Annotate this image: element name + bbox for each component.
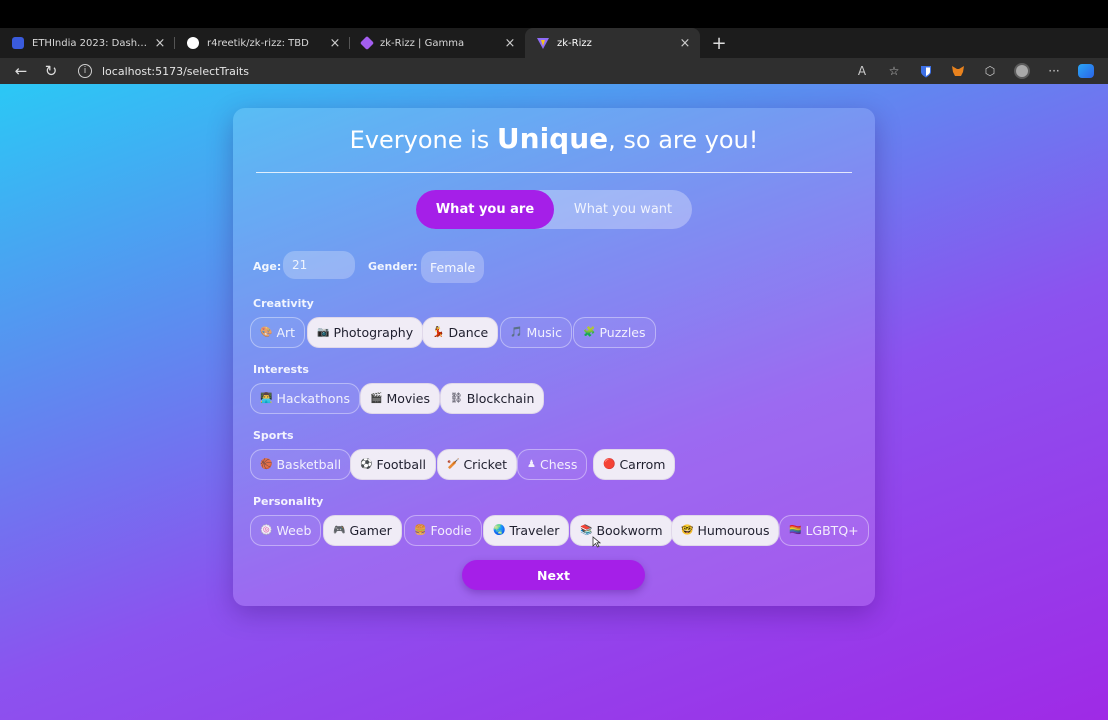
section-title-interests: Interests bbox=[253, 363, 309, 376]
devfolio-icon bbox=[12, 37, 24, 49]
trait-humourous[interactable]: 🤓 Humourous bbox=[671, 515, 780, 546]
vite-icon bbox=[537, 37, 549, 49]
gender-label: Gender: bbox=[368, 260, 418, 273]
gamma-icon bbox=[359, 35, 375, 51]
trait-art[interactable]: 🎨 Art bbox=[250, 317, 306, 348]
url-text: localhost:5173/selectTraits bbox=[102, 64, 249, 78]
trait-bookworm[interactable]: 📚 Bookworm bbox=[570, 515, 673, 546]
trait-photography[interactable]: 📷 Photography bbox=[307, 317, 424, 348]
tab-what-you-are[interactable]: What you are bbox=[416, 190, 554, 229]
close-icon[interactable]: × bbox=[328, 36, 342, 51]
divider bbox=[256, 172, 852, 173]
tab-title: zk-Rizz bbox=[557, 37, 592, 49]
page-title: Everyone is Unique, so are you! bbox=[349, 122, 759, 155]
tab-bar: ETHIndia 2023: Dashboard | D... × r4reet… bbox=[0, 28, 1108, 58]
page-background: Everyone is Unique, so are you! What you… bbox=[0, 84, 1108, 720]
info-icon[interactable]: i bbox=[78, 64, 92, 78]
trait-puzzles[interactable]: 🧩 Puzzles bbox=[573, 317, 656, 348]
next-button[interactable]: Next bbox=[462, 560, 645, 590]
trait-gamer[interactable]: 🎮 Gamer bbox=[323, 515, 402, 546]
trait-basketball[interactable]: 🏀 Basketball bbox=[250, 449, 352, 480]
tab-title: r4reetik/zk-rizz: TBD bbox=[207, 37, 309, 49]
close-icon[interactable]: × bbox=[678, 36, 692, 51]
profile-avatar[interactable] bbox=[1006, 58, 1038, 84]
age-input[interactable]: 21 bbox=[283, 251, 355, 279]
mouse-cursor bbox=[592, 536, 601, 548]
trait-chess[interactable]: ♟ Chess bbox=[517, 449, 588, 480]
section-title-creativity: Creativity bbox=[253, 297, 314, 310]
trait-weeb[interactable]: 🍥 Weeb bbox=[250, 515, 322, 546]
trait-lgbtq[interactable]: 🏳‍🌈 LGBTQ+ bbox=[779, 515, 869, 546]
trait-carrom[interactable]: 🔴 Carrom bbox=[593, 449, 676, 480]
age-label: Age: bbox=[253, 260, 282, 273]
tab-title: zk-Rizz | Gamma bbox=[380, 37, 465, 49]
tab-ethindia[interactable]: ETHIndia 2023: Dashboard | D... × bbox=[0, 28, 175, 58]
bitwarden-icon[interactable] bbox=[910, 58, 942, 84]
trait-movies[interactable]: 🎬 Movies bbox=[360, 383, 440, 414]
copilot-icon[interactable] bbox=[1070, 58, 1102, 84]
tab-github[interactable]: r4reetik/zk-rizz: TBD × bbox=[175, 28, 350, 58]
read-aloud-icon[interactable]: A bbox=[846, 58, 878, 84]
tab-title: ETHIndia 2023: Dashboard | D... bbox=[32, 37, 153, 49]
section-title-personality: Personality bbox=[253, 495, 324, 508]
trait-dance[interactable]: 💃 Dance bbox=[422, 317, 499, 348]
trait-blockchain[interactable]: ⛓ Blockchain bbox=[440, 383, 545, 414]
trait-music[interactable]: 🎵 Music bbox=[500, 317, 573, 348]
close-icon[interactable]: × bbox=[503, 36, 517, 51]
github-icon bbox=[187, 37, 199, 49]
tab-zk-rizz[interactable]: zk-Rizz × bbox=[525, 28, 700, 58]
url-field[interactable]: i localhost:5173/selectTraits bbox=[72, 60, 872, 82]
close-icon[interactable]: × bbox=[153, 36, 167, 51]
window-titlebar bbox=[0, 0, 1108, 28]
back-arrow-icon[interactable]: ← bbox=[6, 58, 36, 84]
traits-card: Everyone is Unique, so are you! What you… bbox=[233, 108, 875, 606]
trait-foodie[interactable]: 🍔 Foodie bbox=[404, 515, 482, 546]
extensions-icon[interactable]: ⬡ bbox=[974, 58, 1006, 84]
reload-icon[interactable]: ↻ bbox=[36, 58, 66, 84]
section-title-sports: Sports bbox=[253, 429, 294, 442]
trait-football[interactable]: ⚽ Football bbox=[350, 449, 436, 480]
metamask-icon[interactable] bbox=[942, 58, 974, 84]
trait-hackathons[interactable]: 👨‍💻 Hackathons bbox=[250, 383, 360, 414]
tab-what-you-want[interactable]: What you want bbox=[554, 190, 692, 229]
traits-toggle: What you are What you want bbox=[416, 190, 692, 229]
trait-cricket[interactable]: 🏏 Cricket bbox=[437, 449, 518, 480]
trait-traveler[interactable]: 🌏 Traveler bbox=[483, 515, 570, 546]
more-menu-icon[interactable]: ··· bbox=[1038, 58, 1070, 84]
gender-select[interactable]: Female bbox=[421, 251, 485, 283]
favorite-star-icon[interactable]: ☆ bbox=[878, 58, 910, 84]
tab-gamma[interactable]: zk-Rizz | Gamma × bbox=[350, 28, 525, 58]
address-bar: ← ↻ i localhost:5173/selectTraits A ☆ ⬡ … bbox=[0, 58, 1108, 84]
new-tab-button[interactable]: + bbox=[706, 30, 732, 56]
